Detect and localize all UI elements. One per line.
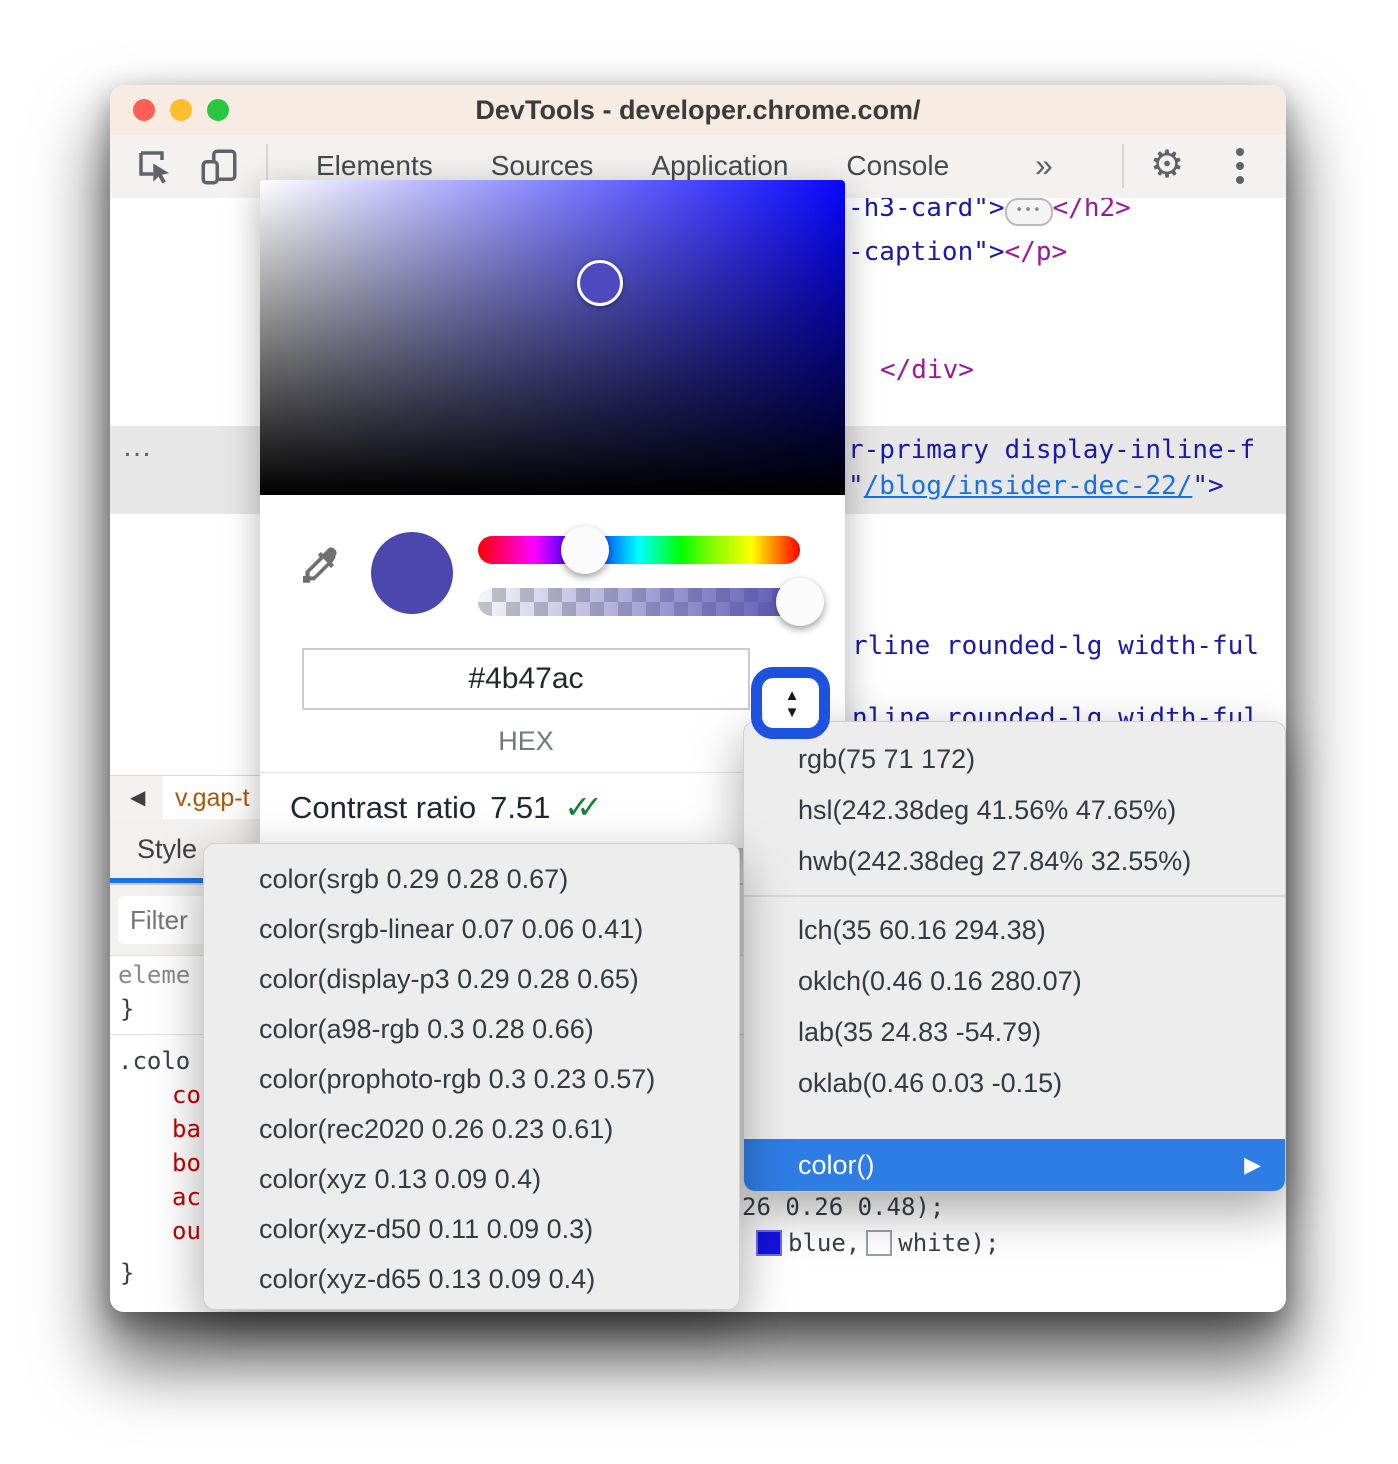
contrast-pass-check-icon: ✓✓: [564, 788, 603, 826]
color-swatch-white[interactable]: [866, 1230, 892, 1256]
menu-divider: [744, 895, 1285, 897]
css-property-name[interactable]: ba: [172, 1112, 201, 1146]
css-property-list: cobaboacou: [172, 1078, 201, 1248]
rule-close-brace: }: [120, 1256, 134, 1290]
format-group-2: lch(35 60.16 294.38)oklch(0.46 0.16 280.…: [744, 905, 1285, 1109]
attr-value: rline rounded-lg width-ful: [852, 631, 1259, 661]
format-menu-item[interactable]: hwb(242.38deg 27.84% 32.55%): [744, 836, 1285, 887]
submenu-item[interactable]: color(rec2020 0.26 0.23 0.61): [204, 1104, 739, 1154]
inline-ellipsis-button[interactable]: •••: [1005, 198, 1053, 226]
dom-line-div[interactable]: </div>: [880, 352, 974, 388]
attr-value: -h3-card">: [848, 198, 1005, 223]
screenshot-canvas: DevTools - developer.chrome.com/ Element…: [0, 0, 1398, 1464]
hex-input[interactable]: [304, 650, 748, 708]
toolbar-divider: [1122, 144, 1124, 188]
zoom-window-button[interactable]: [207, 99, 229, 121]
panel-tab[interactable]: Console: [846, 150, 949, 182]
settings-gear-icon[interactable]: ⚙: [1150, 135, 1184, 196]
format-menu-item[interactable]: lch(35 60.16 294.38): [744, 905, 1285, 956]
close-window-button[interactable]: [133, 99, 155, 121]
hue-slider-thumb[interactable]: [561, 526, 609, 574]
format-menu-item-color[interactable]: color() ▶: [744, 1139, 1285, 1191]
selected-row-gutter-ellipsis: …: [122, 430, 152, 464]
format-menu-item-label: color(): [744, 1139, 1285, 1191]
hex-input-wrap: [302, 648, 750, 710]
css-property-name[interactable]: ou: [172, 1214, 201, 1248]
contrast-ratio-row[interactable]: Contrast ratio 7.51 ✓✓: [290, 788, 603, 826]
inspect-element-icon[interactable]: [134, 146, 176, 188]
dom-line-selected-1[interactable]: r-primary display-inline-f: [848, 432, 1255, 468]
submenu-item[interactable]: color(srgb 0.29 0.28 0.67): [204, 854, 739, 904]
css-property-name[interactable]: ac: [172, 1180, 201, 1214]
tab-styles[interactable]: Style: [137, 819, 197, 879]
color-selection-cursor[interactable]: [577, 260, 623, 306]
css-value-text[interactable]: blue,: [788, 1226, 860, 1260]
format-menu-item[interactable]: lab(35 24.83 -54.79): [744, 1007, 1285, 1058]
format-menu-item[interactable]: hsl(242.38deg 41.56% 47.65%): [744, 785, 1285, 836]
panel-tab[interactable]: Elements: [316, 150, 433, 182]
format-menu-item[interactable]: rgb(75 71 172): [744, 734, 1285, 785]
more-tabs-chevron-icon[interactable]: »: [1035, 135, 1053, 196]
minimize-window-button[interactable]: [170, 99, 192, 121]
alpha-slider-thumb[interactable]: [776, 578, 824, 626]
attr-quote: ">: [1192, 471, 1223, 501]
css-value-text[interactable]: white);: [898, 1226, 999, 1260]
submenu-item[interactable]: color(xyz-d65 0.13 0.09 0.4): [204, 1254, 739, 1304]
alpha-slider[interactable]: [478, 588, 800, 616]
hex-format-label: HEX: [302, 726, 750, 757]
submenu-item[interactable]: color(a98-rgb 0.3 0.28 0.66): [204, 1004, 739, 1054]
hue-slider[interactable]: [478, 536, 800, 564]
submenu-item[interactable]: color(xyz-d50 0.11 0.09 0.3): [204, 1204, 739, 1254]
css-value-fragment[interactable]: 26 0.26 0.48);: [742, 1190, 944, 1224]
dom-line-selected-2[interactable]: "/blog/insider-dec-22/">: [848, 468, 1224, 504]
closing-tag: </h2>: [1053, 198, 1131, 223]
attr-value: r-primary display-inline-f: [848, 435, 1255, 465]
breadcrumb-label: v.gap-t: [163, 784, 250, 812]
annotation-highlight-ring: [751, 667, 830, 739]
titlebar: DevTools - developer.chrome.com/: [110, 85, 1286, 136]
contrast-ratio-value: 7.51: [490, 790, 550, 826]
format-menu-item[interactable]: oklch(0.46 0.16 280.07): [744, 956, 1285, 1007]
closing-tag: </p>: [1005, 237, 1068, 267]
element-style-selector[interactable]: eleme: [118, 958, 190, 992]
submenu-arrow-icon: ▶: [1244, 1139, 1261, 1191]
href-link[interactable]: /blog/insider-dec-22/: [864, 471, 1193, 501]
submenu-item[interactable]: color(xyz 0.13 0.09 0.4): [204, 1154, 739, 1204]
submenu-item[interactable]: color(display-p3 0.29 0.28 0.65): [204, 954, 739, 1004]
submenu-item[interactable]: color(srgb-linear 0.07 0.06 0.41): [204, 904, 739, 954]
window-title: DevTools - developer.chrome.com/: [110, 85, 1286, 135]
format-menu-item[interactable]: oklab(0.46 0.03 -0.15): [744, 1058, 1285, 1109]
css-selector[interactable]: .colo: [118, 1044, 190, 1078]
eyedropper-icon[interactable]: [294, 544, 342, 592]
format-group-1: rgb(75 71 172)hsl(242.38deg 41.56% 47.65…: [744, 734, 1285, 887]
panel-tab[interactable]: Application: [651, 150, 788, 182]
css-property-name[interactable]: bo: [172, 1146, 201, 1180]
rule-close-brace: }: [120, 992, 134, 1026]
panel-tab[interactable]: Sources: [491, 150, 594, 182]
closing-tag: </div>: [880, 355, 974, 385]
attr-value: -caption">: [848, 237, 1005, 267]
color-format-menu: rgb(75 71 172)hsl(242.38deg 41.56% 47.65…: [743, 721, 1286, 1192]
contrast-ratio-label: Contrast ratio: [290, 790, 476, 826]
color-function-submenu: color(srgb 0.29 0.28 0.67)color(srgb-lin…: [203, 843, 740, 1310]
dom-line-p[interactable]: -caption"></p>: [848, 234, 1067, 270]
css-value-fragment: blue, white);: [756, 1226, 999, 1260]
breadcrumb-back-icon[interactable]: ◀: [130, 776, 145, 820]
current-color-swatch[interactable]: [371, 532, 453, 614]
css-property-name[interactable]: co: [172, 1078, 201, 1112]
device-toolbar-icon[interactable]: [198, 146, 240, 188]
color-swatch-blue[interactable]: [756, 1230, 782, 1256]
attr-quote: ": [848, 471, 864, 501]
dom-line-rounded-1[interactable]: rline rounded-lg width-ful: [852, 628, 1259, 664]
submenu-item[interactable]: color(prophoto-rgb 0.3 0.23 0.57): [204, 1054, 739, 1104]
saturation-lightness-area[interactable]: [260, 180, 845, 495]
dom-line-h2[interactable]: -h3-card">•••</h2>: [848, 198, 1131, 226]
kebab-menu-icon[interactable]: [1236, 148, 1244, 184]
